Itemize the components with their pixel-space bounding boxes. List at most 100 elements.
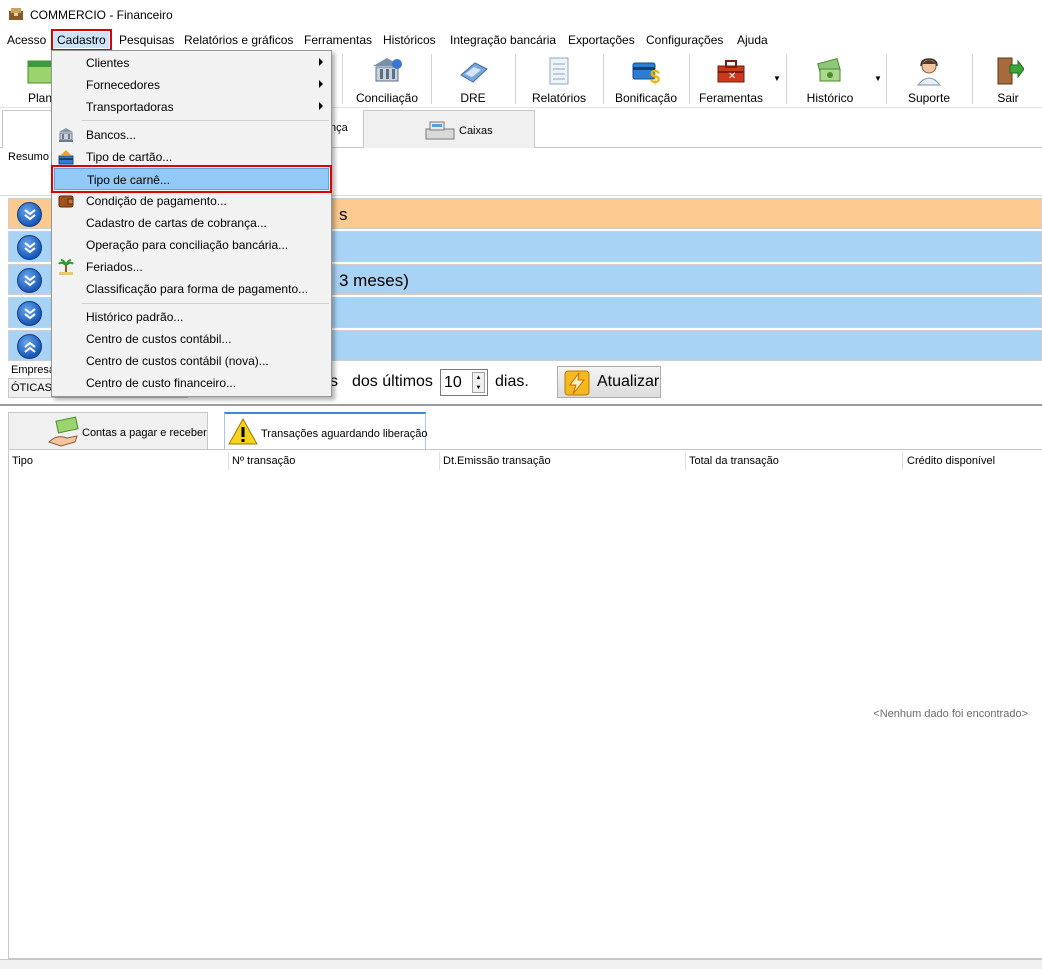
- toolbar-separator: [689, 54, 690, 104]
- tab-caixas[interactable]: Caixas: [363, 110, 535, 148]
- historico-dropdown-arrow-icon[interactable]: ▼: [874, 74, 882, 83]
- cadastro-dropdown-menu: Clientes Fornecedores Transportadoras Ba…: [51, 50, 332, 397]
- status-strip: [0, 959, 1042, 969]
- menu-ajuda[interactable]: Ajuda: [737, 33, 768, 47]
- transactions-grid: Tipo Nº transação Dt.Emissão transação T…: [8, 449, 1042, 959]
- toolbar-suporte-label: Suporte: [907, 91, 951, 105]
- menu-acesso[interactable]: Acesso: [7, 33, 46, 47]
- menu-configuracoes[interactable]: Configurações: [646, 33, 723, 47]
- tab-transacoes-aguardando[interactable]: Transações aguardando liberação: [224, 412, 428, 450]
- menu-item-clientes[interactable]: Clientes: [54, 52, 329, 74]
- menu-item-label: Tipo de carnê...: [87, 173, 170, 187]
- report-icon: [549, 57, 569, 85]
- menu-item-label: Fornecedores: [86, 78, 161, 92]
- menu-item-centro-custo-financeiro[interactable]: Centro de custo financeiro...: [54, 372, 329, 394]
- col-n-transacao[interactable]: Nº transação: [232, 455, 295, 467]
- submenu-arrow-icon: [319, 102, 323, 110]
- toolbar-sair-button[interactable]: Sair: [974, 52, 1042, 106]
- menu-item-tipo-carne[interactable]: Tipo de carnê...: [51, 165, 332, 193]
- exit-door-icon: [997, 57, 1024, 85]
- support-agent-icon: [916, 58, 942, 86]
- menu-pesquisas[interactable]: Pesquisas: [119, 33, 174, 47]
- expand-chevron-icon[interactable]: [17, 301, 42, 326]
- toolbar-historico-label: Histórico: [806, 91, 854, 105]
- title-bar: COMMERCIO - Financeiro: [0, 0, 1042, 30]
- menu-item-transportadoras[interactable]: Transportadoras: [54, 96, 329, 118]
- toolbar-dre-button[interactable]: DRE: [433, 52, 513, 106]
- column-separator: [439, 452, 440, 470]
- toolbar-separator: [886, 54, 887, 104]
- menu-cadastro[interactable]: Cadastro: [51, 29, 112, 51]
- toolbar-historico-button[interactable]: Histórico: [788, 52, 872, 106]
- expand-chevron-icon[interactable]: [17, 202, 42, 227]
- menu-item-bancos[interactable]: Bancos...: [54, 124, 329, 146]
- col-credito-disponivel[interactable]: Crédito disponível: [907, 455, 995, 467]
- wallet-icon: [58, 195, 74, 208]
- toolbar-bonificacao-label: Bonificação: [614, 91, 678, 105]
- dos-ultimos-label: dos últimos: [352, 373, 433, 390]
- menu-item-label: Tipo de cartão...: [86, 150, 173, 164]
- menu-item-feriados[interactable]: Feriados...: [54, 256, 329, 278]
- toolbar-separator: [431, 54, 432, 104]
- column-separator: [685, 452, 686, 470]
- menu-item-condicao-pagamento[interactable]: Condição de pagamento...: [54, 190, 329, 212]
- menu-item-historico-padrao[interactable]: Histórico padrão...: [54, 306, 329, 328]
- menu-separator: [82, 120, 329, 121]
- money-history-icon: [817, 58, 841, 82]
- tab-contas-pagar-receber[interactable]: Contas a pagar e receber: [8, 412, 208, 450]
- collapse-chevron-icon[interactable]: [17, 334, 42, 359]
- menu-item-label: Transportadoras: [86, 100, 174, 114]
- menu-item-centro-custos-contabil-nova[interactable]: Centro de custos contábil (nova)...: [54, 350, 329, 372]
- col-tipo[interactable]: Tipo: [12, 455, 33, 467]
- calculator-icon: [460, 62, 488, 83]
- menu-item-label: Clientes: [86, 56, 130, 70]
- menu-item-label: Centro de custos contábil...: [86, 332, 232, 346]
- cash-register-icon: [425, 121, 455, 140]
- tab-partial-label[interactable]: nça: [330, 122, 348, 134]
- toolbar-conciliacao-button[interactable]: Conciliação: [345, 52, 429, 106]
- dias-label: dias.: [495, 373, 529, 390]
- atualizar-button[interactable]: Atualizar: [557, 366, 661, 398]
- accordion-row-1-text: s: [339, 205, 348, 224]
- card-icon: [58, 150, 74, 165]
- resumo-label: Resumo: [8, 151, 49, 163]
- menu-item-cartas-cobranca[interactable]: Cadastro de cartas de cobrança...: [54, 212, 329, 234]
- expand-chevron-icon[interactable]: [17, 235, 42, 260]
- menu-item-label: Operação para conciliação bancária...: [86, 238, 289, 252]
- toolbar-bonificacao-button[interactable]: $ Bonificação: [605, 52, 687, 106]
- menu-historicos[interactable]: Históricos: [383, 33, 436, 47]
- palm-tree-icon: [58, 259, 74, 275]
- days-value[interactable]: 10: [444, 374, 462, 392]
- toolbar-relatorios-button[interactable]: Relatórios: [517, 52, 601, 106]
- feramentas-dropdown-arrow-icon[interactable]: ▼: [773, 74, 781, 83]
- bank-icon: [59, 128, 73, 142]
- menu-item-label: Cadastro de cartas de cobrança...: [86, 216, 267, 230]
- days-stepper[interactable]: 10 ▲ ▼: [440, 369, 488, 396]
- col-total-transacao[interactable]: Total da transação: [689, 455, 779, 467]
- lightning-icon: [564, 370, 590, 396]
- spin-arrows-icon[interactable]: ▲ ▼: [472, 372, 485, 393]
- toolbar-separator: [342, 54, 343, 104]
- toolbar-feramentas-button[interactable]: ✕ Feramentas: [691, 52, 771, 106]
- empresa-label: Empresa: [11, 364, 56, 376]
- section-divider: [0, 404, 1042, 406]
- expand-chevron-icon[interactable]: [17, 268, 42, 293]
- window-title: COMMERCIO - Financeiro: [30, 8, 173, 22]
- menu-item-fornecedores[interactable]: Fornecedores: [54, 74, 329, 96]
- menu-exportacoes[interactable]: Exportações: [568, 33, 635, 47]
- toolbar-separator: [786, 54, 787, 104]
- menu-item-tipo-cartao[interactable]: Tipo de cartão...: [54, 146, 329, 168]
- menu-item-centro-custos-contabil[interactable]: Centro de custos contábil...: [54, 328, 329, 350]
- menu-ferramentas[interactable]: Ferramentas: [304, 33, 372, 47]
- money-hand-icon: [48, 416, 79, 447]
- menu-item-label: Centro de custo financeiro...: [86, 376, 237, 390]
- submenu-arrow-icon: [319, 80, 323, 88]
- menu-integracao-bancaria[interactable]: Integração bancária: [450, 33, 556, 47]
- menu-item-operacao-conciliacao[interactable]: Operação para conciliação bancária...: [54, 234, 329, 256]
- toolbar-suporte-button[interactable]: Suporte: [888, 52, 970, 106]
- tab-active[interactable]: [2, 110, 52, 148]
- toolbar-separator: [515, 54, 516, 104]
- menu-relatorios-graficos[interactable]: Relatórios e gráficos: [184, 33, 293, 47]
- col-dt-emissao[interactable]: Dt.Emissão transação: [443, 455, 551, 467]
- menu-item-classificacao-forma-pagamento[interactable]: Classificação para forma de pagamento...: [54, 278, 329, 300]
